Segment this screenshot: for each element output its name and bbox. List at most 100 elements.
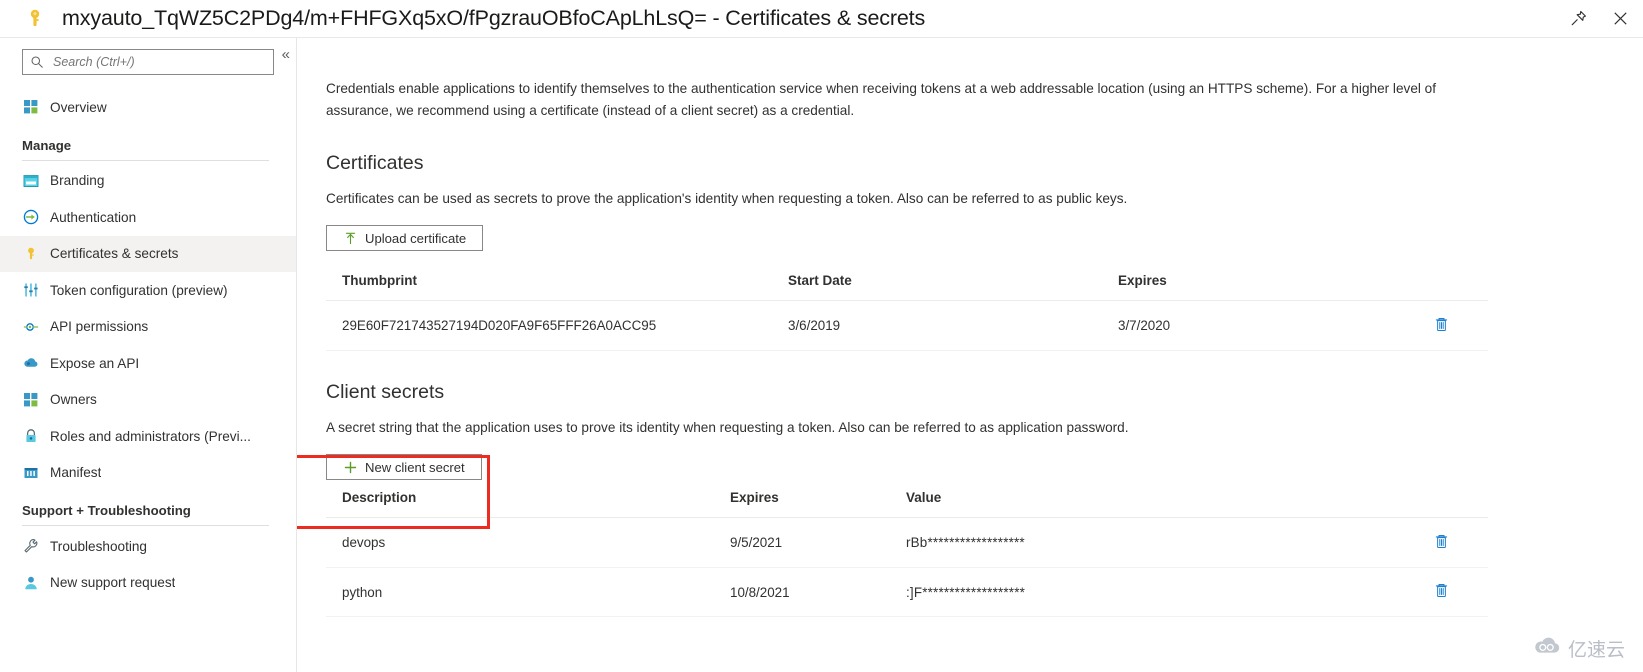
sidebar-item-label: Owners bbox=[50, 392, 97, 408]
trash-icon[interactable] bbox=[1432, 582, 1450, 600]
certificates-heading: Certificates bbox=[326, 152, 424, 175]
window-titlebar: mxyauto_TqWZ5C2PDg4/m+FHFGXq5xO/fPgzrauO… bbox=[0, 0, 1643, 37]
table-row: devops 9/5/2021 rBb****************** bbox=[326, 517, 1488, 568]
search-input[interactable] bbox=[51, 54, 267, 70]
sidebar-item-label: Certificates & secrets bbox=[50, 246, 179, 262]
cloud-icon bbox=[22, 355, 39, 372]
sidebar-item-label: Token configuration (preview) bbox=[50, 282, 228, 298]
sidebar-item-label: New support request bbox=[50, 575, 176, 591]
sidebar-item-label: Manifest bbox=[50, 465, 102, 481]
key-icon bbox=[22, 6, 48, 32]
close-icon[interactable] bbox=[1607, 6, 1633, 32]
table-row: 29E60F721743527194D020FA9F65FFF26A0ACC95… bbox=[326, 300, 1488, 351]
sidebar-item-label: Expose an API bbox=[50, 355, 140, 371]
cell-description: devops bbox=[326, 517, 714, 568]
column-header-expires: Expires bbox=[1102, 273, 1432, 302]
pin-icon[interactable] bbox=[1565, 6, 1591, 32]
table-header-row: Thumbprint Start Date Expires bbox=[326, 273, 1488, 302]
authentication-icon bbox=[22, 209, 39, 226]
sidebar-item-api-permissions[interactable]: API permissions bbox=[0, 309, 296, 346]
sidebar-item-label: Branding bbox=[50, 173, 105, 189]
sidebar-nav: Overview Manage Branding Authentication … bbox=[0, 89, 296, 601]
divider bbox=[22, 525, 269, 526]
cloud-logo-icon bbox=[1532, 636, 1562, 662]
sidebar-group-title: Manage bbox=[22, 137, 72, 153]
credentials-intro-text: Credentials enable applications to ident… bbox=[326, 81, 1437, 119]
sidebar-item-certificates-and-secrets[interactable]: Certificates & secrets bbox=[0, 235, 296, 272]
new-client-secret-button[interactable]: New client secret bbox=[326, 454, 482, 481]
cell-value: rBb****************** bbox=[890, 517, 1432, 568]
main-content: Credentials enable applications to ident… bbox=[297, 38, 1643, 672]
column-header-actions bbox=[1432, 273, 1488, 302]
sidebar-item-manifest[interactable]: Manifest bbox=[0, 455, 296, 492]
certificates-description: Certificates can be used as secrets to p… bbox=[326, 191, 1128, 207]
overview-grid-icon bbox=[22, 99, 39, 116]
upload-certificate-label: Upload certificate bbox=[365, 230, 467, 246]
cell-expires: 3/7/2020 bbox=[1102, 300, 1432, 351]
divider bbox=[22, 159, 269, 161]
sidebar-group-manage: Manage bbox=[0, 138, 296, 161]
double-chevron-left-icon[interactable]: « bbox=[282, 47, 290, 62]
branding-icon bbox=[22, 172, 39, 189]
sidebar-group-support: Support + Troubleshooting bbox=[0, 503, 296, 526]
trash-icon[interactable] bbox=[1432, 315, 1450, 333]
sidebar-item-overview[interactable]: Overview bbox=[0, 89, 296, 126]
search-icon bbox=[29, 54, 45, 70]
column-header-start-date: Start Date bbox=[772, 273, 1102, 302]
app-shell: « Overv bbox=[0, 38, 1643, 672]
trash-icon[interactable] bbox=[1432, 532, 1450, 550]
plus-icon bbox=[343, 460, 357, 474]
manifest-icon bbox=[22, 464, 39, 481]
cell-thumbprint: 29E60F721743527194D020FA9F65FFF26A0ACC95 bbox=[326, 300, 772, 351]
column-header-value: Value bbox=[890, 490, 1432, 519]
sidebar-item-roles-and-administrators[interactable]: Roles and administrators (Previ... bbox=[0, 418, 296, 455]
sidebar-item-label: Authentication bbox=[50, 209, 137, 225]
client-secrets-description: A secret string that the application use… bbox=[326, 419, 1129, 435]
table-row: python 10/8/2021 :]F******************* bbox=[326, 567, 1488, 618]
sidebar-item-label: Overview bbox=[50, 99, 107, 115]
sidebar-item-label: Roles and administrators (Previ... bbox=[50, 428, 251, 444]
sidebar-item-token-configuration[interactable]: Token configuration (preview) bbox=[0, 272, 296, 309]
key-icon bbox=[22, 245, 39, 262]
cell-start-date: 3/6/2019 bbox=[772, 300, 1102, 351]
sidebar-item-label: API permissions bbox=[50, 319, 149, 335]
sidebar-item-branding[interactable]: Branding bbox=[0, 163, 296, 200]
table-header-row: Description Expires Value bbox=[326, 490, 1488, 519]
column-header-description: Description bbox=[326, 490, 714, 519]
window-actions bbox=[1565, 0, 1633, 37]
cell-expires: 10/8/2021 bbox=[714, 567, 890, 618]
watermark-text: 亿速云 bbox=[1567, 640, 1625, 661]
cell-value: :]F******************* bbox=[890, 567, 1432, 618]
page-title: mxyauto_TqWZ5C2PDg4/m+FHFGXq5xO/fPgzrauO… bbox=[62, 6, 926, 30]
sidebar: « Overv bbox=[0, 38, 297, 672]
certificates-table: Thumbprint Start Date Expires 29E60F7217… bbox=[326, 273, 1488, 351]
column-header-thumbprint: Thumbprint bbox=[326, 273, 772, 302]
sidebar-item-new-support-request[interactable]: New support request bbox=[0, 565, 296, 602]
sidebar-item-label: Troubleshooting bbox=[50, 538, 147, 554]
sidebar-item-owners[interactable]: Owners bbox=[0, 382, 296, 419]
sidebar-item-expose-an-api[interactable]: Expose an API bbox=[0, 345, 296, 382]
cell-actions bbox=[1432, 300, 1488, 351]
sidebar-group-title: Support + Troubleshooting bbox=[22, 503, 191, 518]
client-secrets-heading: Client secrets bbox=[326, 380, 445, 403]
person-icon bbox=[22, 574, 39, 591]
cell-description: python bbox=[326, 567, 714, 618]
column-header-actions bbox=[1432, 490, 1488, 519]
cell-actions bbox=[1432, 567, 1488, 618]
sliders-icon bbox=[22, 282, 39, 299]
sidebar-item-authentication[interactable]: Authentication bbox=[0, 199, 296, 236]
roles-lock-icon bbox=[22, 428, 39, 445]
owners-grid-icon bbox=[22, 391, 39, 408]
cell-actions bbox=[1432, 517, 1488, 568]
wrench-icon bbox=[22, 538, 39, 555]
client-secrets-table: Description Expires Value devops 9/5/202… bbox=[326, 490, 1488, 618]
search-box[interactable] bbox=[22, 49, 274, 75]
new-client-secret-label: New client secret bbox=[365, 459, 465, 475]
cell-expires: 9/5/2021 bbox=[714, 517, 890, 568]
sidebar-item-troubleshooting[interactable]: Troubleshooting bbox=[0, 528, 296, 565]
upload-arrow-icon bbox=[343, 231, 357, 245]
api-permissions-icon bbox=[22, 318, 39, 335]
upload-certificate-button[interactable]: Upload certificate bbox=[326, 225, 484, 252]
watermark: 亿速云 bbox=[1532, 635, 1625, 662]
column-header-expires: Expires bbox=[714, 490, 890, 519]
